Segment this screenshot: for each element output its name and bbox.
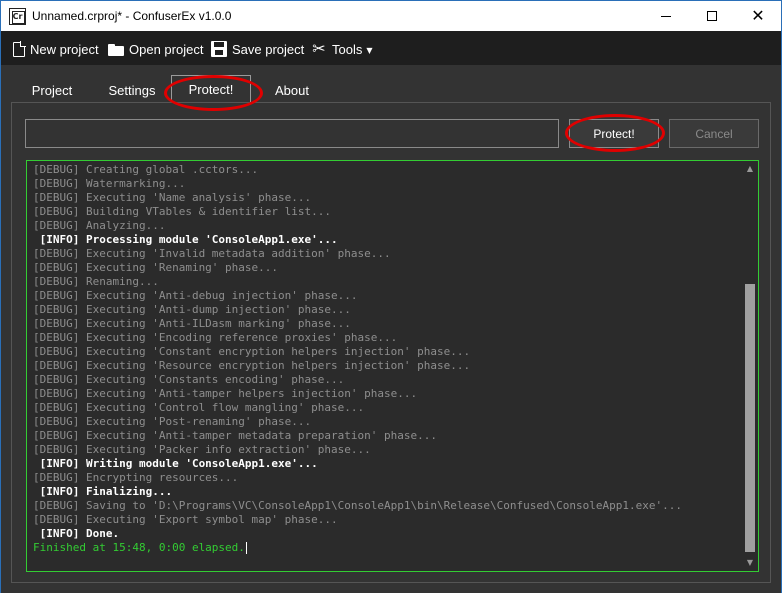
log-line: [DEBUG] Executing 'Renaming' phase... <box>33 261 279 274</box>
minimize-icon <box>661 15 671 17</box>
close-icon: ✕ <box>751 6 765 25</box>
title-bar[interactable]: Cr Unnamed.crproj* - ConfuserEx v1.0.0 ✕ <box>1 1 781 31</box>
log-line: [DEBUG] Executing 'Anti-dump injection' … <box>33 303 351 316</box>
scroll-thumb[interactable] <box>745 284 755 552</box>
log-line: [DEBUG] Executing 'Packer info extractio… <box>33 443 371 456</box>
log-line: [DEBUG] Executing 'Export symbol map' ph… <box>33 513 338 526</box>
log-line: [DEBUG] Executing 'Constant encryption h… <box>33 345 471 358</box>
log-line: [INFO] Finalizing... <box>33 485 173 498</box>
tools-menu-button[interactable]: ✂ Tools ▼ <box>311 39 373 59</box>
new-file-icon <box>13 40 26 57</box>
save-disk-icon <box>211 41 227 57</box>
tab-strip: Project Settings Protect! About <box>11 75 771 103</box>
log-line: [DEBUG] Executing 'Control flow mangling… <box>33 401 365 414</box>
tools-label: Tools <box>332 41 363 57</box>
log-line: [INFO] Writing module 'ConsoleApp1.exe'.… <box>33 457 318 470</box>
log-line: [DEBUG] Executing 'Anti-ILDasm marking' … <box>33 317 351 330</box>
log-line: [DEBUG] Executing 'Name analysis' phase.… <box>33 191 312 204</box>
app-icon-label: Cr <box>12 12 23 21</box>
log-line: [DEBUG] Executing 'Anti-tamper helpers i… <box>33 387 418 400</box>
scroll-up-icon[interactable]: ▲ <box>743 162 757 176</box>
tab-settings[interactable]: Settings <box>103 78 161 102</box>
log-line: [DEBUG] Executing 'Anti-debug injection'… <box>33 289 358 302</box>
log-line: [DEBUG] Watermarking... <box>33 177 186 190</box>
output-path-field[interactable] <box>25 119 559 148</box>
log-line: [INFO] Processing module 'ConsoleApp1.ex… <box>33 233 338 246</box>
tab-about[interactable]: About <box>263 78 321 102</box>
log-line: [DEBUG] Encrypting resources... <box>33 471 239 484</box>
protect-button[interactable]: Protect! <box>569 119 659 148</box>
new-project-label: New project <box>30 41 99 57</box>
tools-icon: ✂ <box>312 39 326 58</box>
app-icon: Cr <box>9 8 26 25</box>
log-line: [DEBUG] Executing 'Anti-tamper metadata … <box>33 429 437 442</box>
new-project-button[interactable]: New project <box>11 39 99 59</box>
chevron-down-icon: ▼ <box>366 46 373 55</box>
log-line: [DEBUG] Executing 'Invalid metadata addi… <box>33 247 391 260</box>
protect-tab-panel: Protect! Cancel [DEBUG] Creating global … <box>11 102 771 583</box>
cancel-button[interactable]: Cancel <box>669 119 759 148</box>
log-line: [INFO] Done. <box>33 527 120 540</box>
log-line: [DEBUG] Saving to 'D:\Programs\VC\Consol… <box>33 499 683 512</box>
toolbar: New project Open project Save project ✂ … <box>1 31 781 65</box>
maximize-icon <box>707 11 717 21</box>
app-window: Cr Unnamed.crproj* - ConfuserEx v1.0.0 ✕… <box>0 0 782 593</box>
log-scrollbar[interactable]: ▲ ▼ <box>743 162 757 570</box>
window-title: Unnamed.crproj* - ConfuserEx v1.0.0 <box>32 9 232 23</box>
log-line: [DEBUG] Analyzing... <box>33 219 166 232</box>
log-line: [DEBUG] Creating global .cctors... <box>33 163 259 176</box>
log-line: [DEBUG] Executing 'Constants encoding' p… <box>33 373 345 386</box>
save-project-label: Save project <box>232 41 305 57</box>
open-project-label: Open project <box>129 41 204 57</box>
log-line: [DEBUG] Executing 'Resource encryption h… <box>33 359 471 372</box>
folder-open-icon <box>108 41 124 57</box>
log-lines: [DEBUG] Creating global .cctors... [DEBUG… <box>33 163 743 555</box>
log-line: [DEBUG] Building VTables & identifier li… <box>33 205 332 218</box>
log-line: [DEBUG] Executing 'Post-renaming' phase.… <box>33 415 312 428</box>
minimize-button[interactable] <box>643 1 689 31</box>
tab-protect[interactable]: Protect! <box>171 75 251 103</box>
maximize-button[interactable] <box>689 1 735 31</box>
scroll-down-icon[interactable]: ▼ <box>743 556 757 570</box>
open-project-button[interactable]: Open project <box>108 39 203 59</box>
log-line: [DEBUG] Executing 'Encoding reference pr… <box>33 331 398 344</box>
log-line: Finished at 15:48, 0:00 elapsed. <box>33 541 247 554</box>
tab-project[interactable]: Project <box>23 78 81 102</box>
client-area: New project Open project Save project ✂ … <box>1 31 781 593</box>
log-output[interactable]: [DEBUG] Creating global .cctors... [DEBUG… <box>26 160 759 572</box>
close-button[interactable]: ✕ <box>735 1 781 31</box>
log-line: [DEBUG] Renaming... <box>33 275 159 288</box>
save-project-button[interactable]: Save project <box>211 39 304 59</box>
text-cursor <box>245 542 247 554</box>
